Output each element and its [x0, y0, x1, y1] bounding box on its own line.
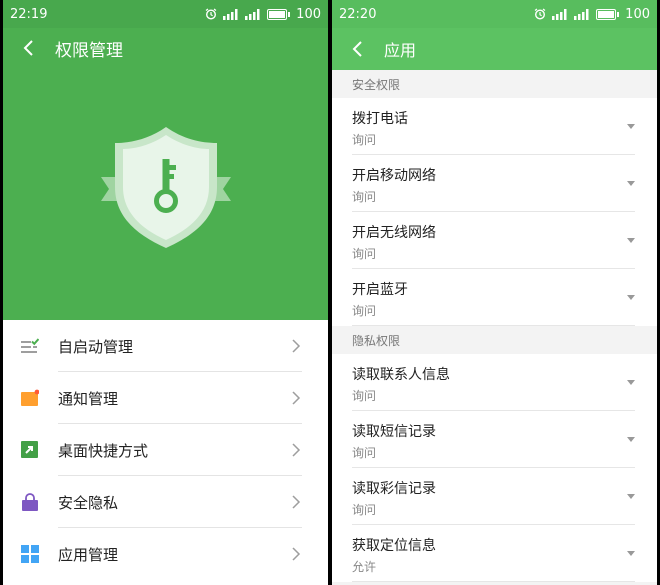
chevron-right-icon: [292, 495, 301, 509]
left-screen: 22:19 100 权限管理 自启动管理 通知管理 桌面快捷方式 安全隐私 应用…: [3, 0, 328, 585]
management-menu: 自启动管理 通知管理 桌面快捷方式 安全隐私 应用管理: [3, 320, 328, 585]
back-arrow-icon[interactable]: [21, 40, 37, 56]
menu-item-autostart[interactable]: 自启动管理: [3, 320, 328, 372]
permission-item-call[interactable]: 拨打电话 询问: [332, 98, 657, 155]
dropdown-arrow-icon: [627, 295, 635, 300]
menu-label: 自启动管理: [58, 337, 134, 356]
signal-4g-icon: [552, 9, 567, 20]
permission-value: 允许: [352, 560, 377, 574]
dropdown-arrow-icon: [627, 238, 635, 243]
menu-item-notification[interactable]: 通知管理: [3, 372, 328, 424]
permission-item-wifi[interactable]: 开启无线网络 询问: [332, 212, 657, 269]
permission-item-bluetooth[interactable]: 开启蓝牙 询问: [332, 269, 657, 326]
chevron-right-icon: [292, 391, 301, 405]
permission-value: 询问: [352, 133, 377, 147]
dropdown-arrow-icon: [627, 551, 635, 556]
battery-icon: [267, 8, 288, 20]
dropdown-arrow-icon: [627, 380, 635, 385]
permission-value: 询问: [352, 304, 377, 318]
menu-item-desktop-shortcut[interactable]: 桌面快捷方式: [3, 424, 328, 476]
menu-label: 安全隐私: [58, 493, 119, 512]
dropdown-arrow-icon: [627, 124, 635, 129]
permission-value: 询问: [352, 190, 377, 204]
permission-name: 读取短信记录: [352, 424, 436, 440]
menu-label: 应用管理: [58, 545, 119, 564]
status-time: 22:19: [10, 6, 48, 22]
section-header-privacy: 隐私权限: [332, 326, 657, 354]
security-shield-key-icon: [101, 127, 231, 248]
permission-name: 开启蓝牙: [352, 282, 408, 298]
section-header-security: 安全权限: [332, 70, 657, 98]
menu-item-security-privacy[interactable]: 安全隐私: [3, 476, 328, 528]
page-title: 应用: [384, 41, 417, 60]
menu-item-app-management[interactable]: 应用管理: [3, 528, 328, 580]
permission-value: 询问: [352, 446, 377, 460]
permission-value: 询问: [352, 503, 377, 517]
permission-header: 22:19 100 权限管理: [3, 0, 328, 320]
signal-icon: [245, 9, 260, 20]
permission-item-location[interactable]: 获取定位信息 允许: [332, 525, 657, 582]
app-header: 22:20 100 应用: [332, 0, 657, 70]
signal-4g-icon: [223, 9, 238, 20]
menu-label: 桌面快捷方式: [58, 441, 149, 460]
battery-level: 100: [625, 6, 650, 22]
dropdown-arrow-icon: [627, 437, 635, 442]
page-title: 权限管理: [55, 40, 123, 61]
chevron-right-icon: [292, 547, 301, 561]
title-bar: 权限管理: [3, 28, 328, 68]
battery-level: 100: [296, 6, 321, 22]
battery-icon: [596, 8, 617, 20]
chevron-right-icon: [292, 443, 301, 457]
alarm-icon: [205, 8, 217, 20]
permission-name: 读取联系人信息: [352, 367, 450, 383]
permission-item-sms[interactable]: 读取短信记录 询问: [332, 411, 657, 468]
signal-icon: [574, 9, 589, 20]
permission-name: 开启移动网络: [352, 168, 436, 184]
permission-name: 获取定位信息: [352, 538, 436, 554]
dropdown-arrow-icon: [627, 181, 635, 186]
privacy-lock-icon: [22, 493, 38, 511]
permission-list: 安全权限 拨打电话 询问 开启移动网络 询问 开启无线网络 询问 开启蓝牙 询问…: [332, 70, 657, 582]
permission-name: 拨打电话: [352, 111, 408, 127]
shortcut-icon: [21, 441, 38, 458]
permission-item-contacts[interactable]: 读取联系人信息 询问: [332, 354, 657, 411]
notification-icon: [21, 389, 39, 406]
permission-value: 询问: [352, 389, 377, 403]
permission-item-mobile-network[interactable]: 开启移动网络 询问: [332, 155, 657, 212]
permission-name: 读取彩信记录: [352, 481, 436, 497]
autostart-icon: [21, 338, 39, 353]
status-bar: 22:19 100: [3, 0, 328, 28]
menu-label: 通知管理: [58, 389, 119, 408]
permission-name: 开启无线网络: [352, 225, 436, 241]
permission-item-mms[interactable]: 读取彩信记录 询问: [332, 468, 657, 525]
right-screen: 22:20 100 应用 安全权限 拨打电话 询问 开启移动网络 询问 开启无线…: [332, 0, 657, 585]
back-arrow-icon[interactable]: [350, 41, 366, 57]
status-time: 22:20: [339, 6, 377, 22]
dropdown-arrow-icon: [627, 494, 635, 499]
apps-grid-icon: [21, 545, 39, 563]
status-bar: 22:20 100: [332, 0, 657, 28]
permission-value: 询问: [352, 247, 377, 261]
alarm-icon: [534, 8, 546, 20]
chevron-right-icon: [292, 339, 301, 353]
title-bar: 应用: [332, 28, 657, 70]
